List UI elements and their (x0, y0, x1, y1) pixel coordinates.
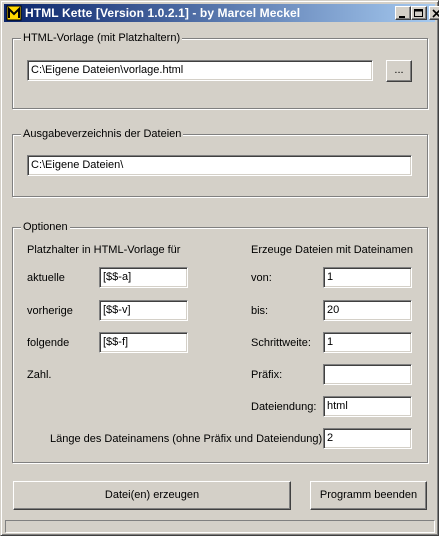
placeholder-current-value: [$$-a] (103, 271, 132, 283)
length-label: Länge des Dateinamens (ohne Präfix und D… (50, 433, 326, 445)
template-path-value: C:\Eigene Dateien\vorlage.html (31, 64, 184, 76)
template-group-label: HTML-Vorlage (mit Platzhaltern) (21, 32, 183, 44)
placeholder-previous-label: vorherige (27, 305, 73, 317)
main-window: HTML Kette [Version 1.0.2.1] - by Marcel… (0, 0, 439, 536)
from-value: 1 (327, 271, 334, 283)
length-input[interactable]: 2 (323, 428, 412, 449)
from-label: von: (251, 272, 272, 284)
generate-heading: Erzeuge Dateien mit Dateinamen (251, 244, 414, 256)
app-icon[interactable] (6, 5, 22, 21)
placeholders-heading: Platzhalter in HTML-Vorlage für (27, 244, 181, 256)
length-value: 2 (327, 432, 334, 444)
status-bar (5, 520, 435, 533)
close-icon (432, 9, 439, 18)
browse-button-label: ... (394, 64, 404, 76)
output-dir-input[interactable]: C:\Eigene Dateien\ (27, 155, 412, 176)
generate-files-label: Datei(en) erzeugen (104, 489, 200, 501)
prefix-input[interactable] (323, 364, 412, 385)
output-dir-value: C:\Eigene Dateien\ (31, 159, 124, 171)
to-label: bis: (251, 305, 269, 317)
step-input[interactable]: 1 (323, 332, 412, 353)
browse-button[interactable]: ... (386, 60, 412, 82)
title-bar[interactable]: HTML Kette [Version 1.0.2.1] - by Marcel… (4, 4, 439, 22)
quit-label: Programm beenden (319, 489, 418, 501)
placeholder-next-label: folgende (27, 337, 70, 349)
placeholder-next-input[interactable]: [$$-f] (99, 332, 188, 353)
minimize-button[interactable] (395, 6, 411, 20)
step-value: 1 (327, 336, 334, 348)
zahl-label: Zahl. (27, 369, 52, 381)
extension-input[interactable]: html (323, 396, 412, 417)
from-input[interactable]: 1 (323, 267, 412, 288)
generate-files-button[interactable]: Datei(en) erzeugen (13, 481, 291, 510)
maximize-icon (414, 9, 423, 17)
close-button[interactable] (429, 6, 439, 20)
placeholder-current-input[interactable]: [$$-a] (99, 267, 188, 288)
placeholder-previous-value: [$$-v] (103, 304, 131, 316)
template-path-input[interactable]: C:\Eigene Dateien\vorlage.html (27, 60, 373, 81)
step-label: Schrittweite: (251, 337, 311, 349)
quit-button[interactable]: Programm beenden (310, 481, 427, 510)
maximize-button[interactable] (411, 6, 427, 20)
prefix-label: Präfix: (251, 369, 283, 381)
extension-label: Dateiendung: (251, 401, 317, 413)
to-input[interactable]: 20 (323, 300, 412, 321)
window-title: HTML Kette [Version 1.0.2.1] - by Marcel… (25, 6, 301, 20)
options-group-label: Optionen (21, 221, 70, 233)
output-group-label: Ausgabeverzeichnis der Dateien (21, 128, 184, 140)
extension-value: html (327, 400, 348, 412)
to-value: 20 (327, 304, 340, 316)
placeholder-previous-input[interactable]: [$$-v] (99, 300, 188, 321)
placeholder-next-value: [$$-f] (103, 336, 129, 348)
placeholder-current-label: aktuelle (27, 272, 65, 284)
minimize-icon (399, 16, 405, 18)
